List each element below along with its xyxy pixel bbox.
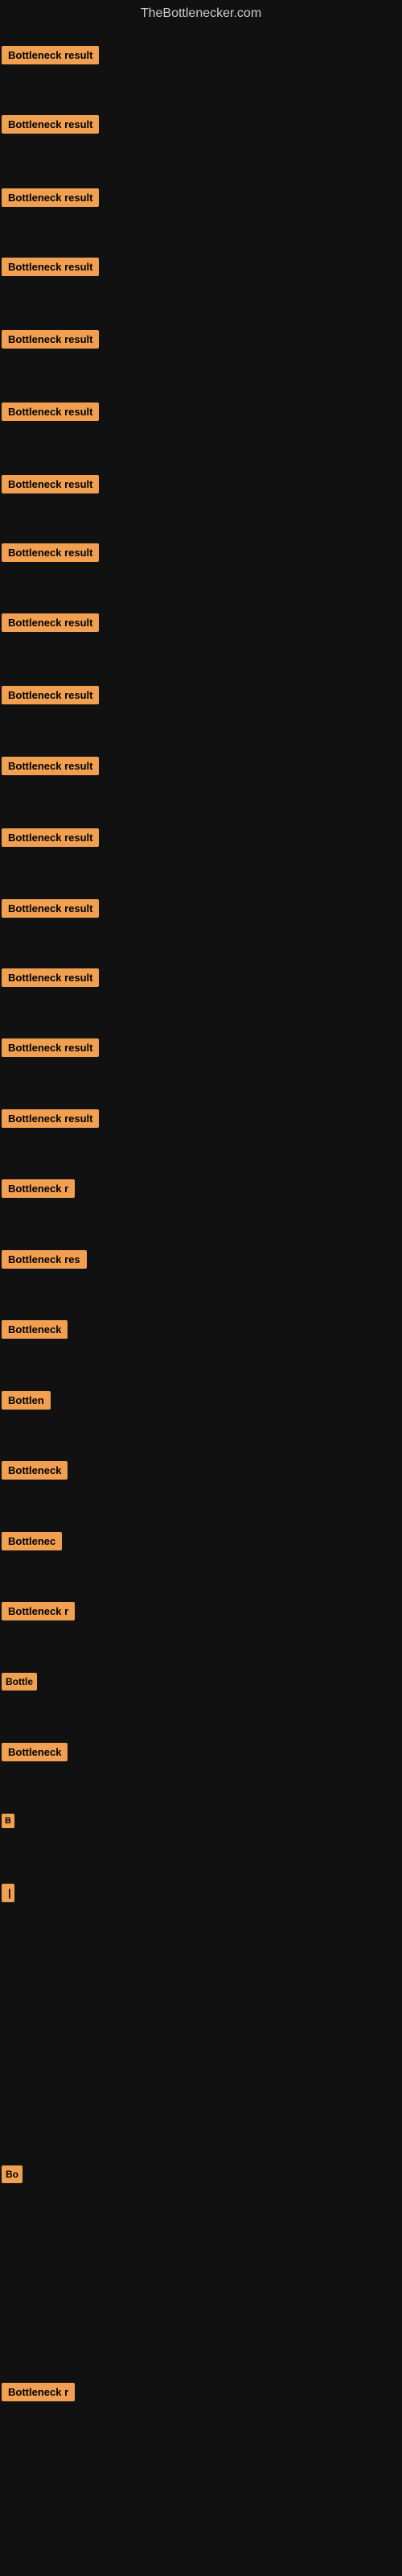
bottleneck-badge-21: Bottleneck <box>2 1461 68 1480</box>
bottleneck-badge-4: Bottleneck result <box>2 258 99 276</box>
bottleneck-item-19: Bottleneck <box>2 1320 68 1343</box>
bottleneck-item-29: Bo <box>2 2165 23 2187</box>
bottleneck-badge-11: Bottleneck result <box>2 757 99 775</box>
bottleneck-badge-23: Bottleneck r <box>2 1602 75 1620</box>
bottleneck-item-8: Bottleneck result <box>2 543 99 566</box>
site-title: TheBottlenecker.com <box>0 0 402 31</box>
bottleneck-badge-2: Bottleneck result <box>2 115 99 134</box>
bottleneck-badge-31: Bottleneck r <box>2 2383 75 2401</box>
bottleneck-badge-24: Bottle <box>2 1673 37 1690</box>
bottleneck-item-18: Bottleneck res <box>2 1250 87 1273</box>
bottleneck-item-5: Bottleneck result <box>2 330 99 353</box>
bottleneck-item-13: Bottleneck result <box>2 899 99 922</box>
bottleneck-badge-12: Bottleneck result <box>2 828 99 847</box>
bottleneck-item-3: Bottleneck result <box>2 188 99 211</box>
bottleneck-badge-27: | <box>2 1884 14 1902</box>
bottleneck-item-7: Bottleneck result <box>2 475 99 497</box>
bottleneck-item-26: B <box>2 1814 14 1832</box>
bottleneck-badge-17: Bottleneck r <box>2 1179 75 1198</box>
bottleneck-badge-16: Bottleneck result <box>2 1109 99 1128</box>
bottleneck-item-22: Bottlenec <box>2 1532 62 1554</box>
bottleneck-item-25: Bottleneck <box>2 1743 68 1765</box>
bottleneck-item-21: Bottleneck <box>2 1461 68 1484</box>
bottleneck-badge-3: Bottleneck result <box>2 188 99 207</box>
bottleneck-badge-15: Bottleneck result <box>2 1038 99 1057</box>
bottleneck-item-11: Bottleneck result <box>2 757 99 779</box>
bottleneck-item-9: Bottleneck result <box>2 613 99 636</box>
bottleneck-badge-22: Bottlenec <box>2 1532 62 1550</box>
bottleneck-badge-29: Bo <box>2 2165 23 2183</box>
bottleneck-item-1: Bottleneck result <box>2 46 99 68</box>
bottleneck-item-23: Bottleneck r <box>2 1602 75 1624</box>
bottleneck-item-27: | <box>2 1884 14 1906</box>
bottleneck-badge-19: Bottleneck <box>2 1320 68 1339</box>
bottleneck-item-12: Bottleneck result <box>2 828 99 851</box>
bottleneck-item-20: Bottlen <box>2 1391 51 1414</box>
bottleneck-badge-10: Bottleneck result <box>2 686 99 704</box>
bottleneck-badge-20: Bottlen <box>2 1391 51 1410</box>
bottleneck-badge-9: Bottleneck result <box>2 613 99 632</box>
bottleneck-item-10: Bottleneck result <box>2 686 99 708</box>
bottleneck-item-24: Bottle <box>2 1673 37 1695</box>
bottleneck-item-31: Bottleneck r <box>2 2383 75 2405</box>
bottleneck-item-4: Bottleneck result <box>2 258 99 280</box>
bottleneck-item-2: Bottleneck result <box>2 115 99 138</box>
bottleneck-item-17: Bottleneck r <box>2 1179 75 1202</box>
bottleneck-badge-25: Bottleneck <box>2 1743 68 1761</box>
bottleneck-badge-26: B <box>2 1814 14 1828</box>
bottleneck-item-6: Bottleneck result <box>2 402 99 425</box>
bottleneck-badge-8: Bottleneck result <box>2 543 99 562</box>
bottleneck-badge-13: Bottleneck result <box>2 899 99 918</box>
bottleneck-badge-14: Bottleneck result <box>2 968 99 987</box>
bottleneck-item-14: Bottleneck result <box>2 968 99 991</box>
bottleneck-item-16: Bottleneck result <box>2 1109 99 1132</box>
bottleneck-badge-18: Bottleneck res <box>2 1250 87 1269</box>
bottleneck-badge-5: Bottleneck result <box>2 330 99 349</box>
bottleneck-item-15: Bottleneck result <box>2 1038 99 1061</box>
bottleneck-badge-6: Bottleneck result <box>2 402 99 421</box>
bottleneck-badge-1: Bottleneck result <box>2 46 99 64</box>
bottleneck-badge-7: Bottleneck result <box>2 475 99 493</box>
page-container: TheBottlenecker.com Bottleneck result Bot… <box>0 0 402 2576</box>
